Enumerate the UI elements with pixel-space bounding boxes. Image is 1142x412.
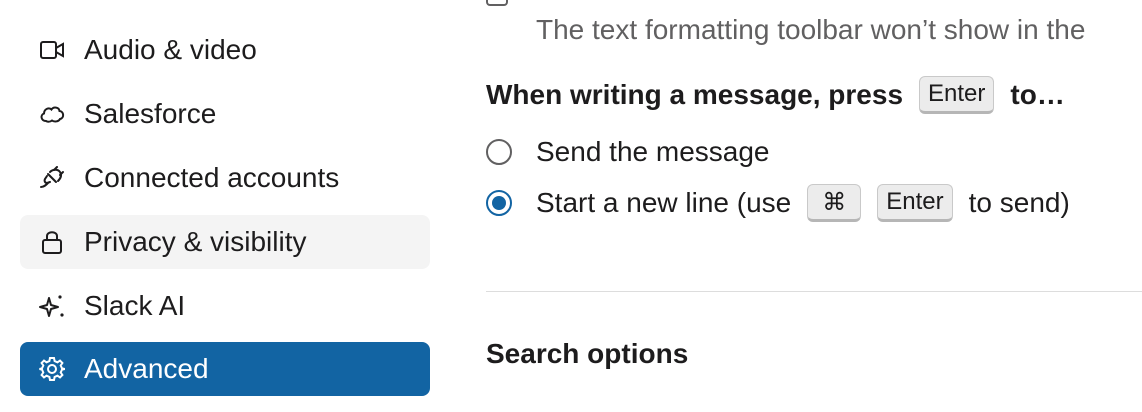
preferences-window: Audio & video Salesforce Connected accou… <box>0 0 1142 412</box>
enter-behavior-title-prefix: When writing a message, press <box>486 79 904 110</box>
radio-new-line-label-suffix: to send) <box>968 187 1070 218</box>
gear-icon <box>38 355 66 383</box>
sidebar-item-advanced[interactable]: Advanced <box>20 342 430 396</box>
sidebar-item-privacy-visibility[interactable]: Privacy & visibility <box>20 215 430 269</box>
advanced-settings-panel: The text formatting toolbar won’t show i… <box>486 0 1142 412</box>
radio-button-checked[interactable] <box>486 190 512 216</box>
preferences-sidebar: Audio & video Salesforce Connected accou… <box>20 0 430 412</box>
sidebar-item-label: Audio & video <box>84 34 257 65</box>
cloud-icon <box>38 100 66 128</box>
radio-new-line[interactable]: Start a new line (use ⌘ Enter to send) <box>486 184 1070 222</box>
radio-button-unchecked[interactable] <box>486 139 512 165</box>
lock-icon <box>38 228 66 256</box>
section-divider <box>486 291 1142 292</box>
formatting-toolbar-checkbox[interactable] <box>486 0 508 6</box>
sidebar-item-label: Salesforce <box>84 98 217 129</box>
enter-behavior-title-suffix: to… <box>1010 79 1065 110</box>
command-key: ⌘ <box>807 184 862 222</box>
radio-new-line-label-prefix: Start a new line (use <box>536 187 792 218</box>
search-options-title-text: Search options <box>486 338 689 369</box>
sidebar-item-label: Advanced <box>84 353 209 384</box>
enter-key: Enter <box>877 184 953 222</box>
plug-icon <box>38 164 66 192</box>
sparkle-icon <box>38 292 66 320</box>
formatting-toolbar-hint: The text formatting toolbar won’t show i… <box>536 14 1086 45</box>
sidebar-item-label: Connected accounts <box>84 162 340 193</box>
radio-send-message[interactable]: Send the message <box>486 136 770 168</box>
sidebar-item-label: Privacy & visibility <box>84 226 307 257</box>
sidebar-item-connected-accounts[interactable]: Connected accounts <box>20 151 430 205</box>
sidebar-item-salesforce[interactable]: Salesforce <box>20 87 430 141</box>
sidebar-item-label: Slack AI <box>84 290 186 321</box>
video-camera-icon <box>38 36 66 64</box>
search-options-title: Search options <box>486 338 688 370</box>
enter-behavior-title: When writing a message, press Enter to… <box>486 76 1065 114</box>
radio-send-message-label: Send the message <box>536 136 770 167</box>
sidebar-item-audio-video[interactable]: Audio & video <box>20 23 430 77</box>
sidebar-item-slack-ai[interactable]: Slack AI <box>20 279 430 333</box>
enter-key: Enter <box>919 76 995 114</box>
